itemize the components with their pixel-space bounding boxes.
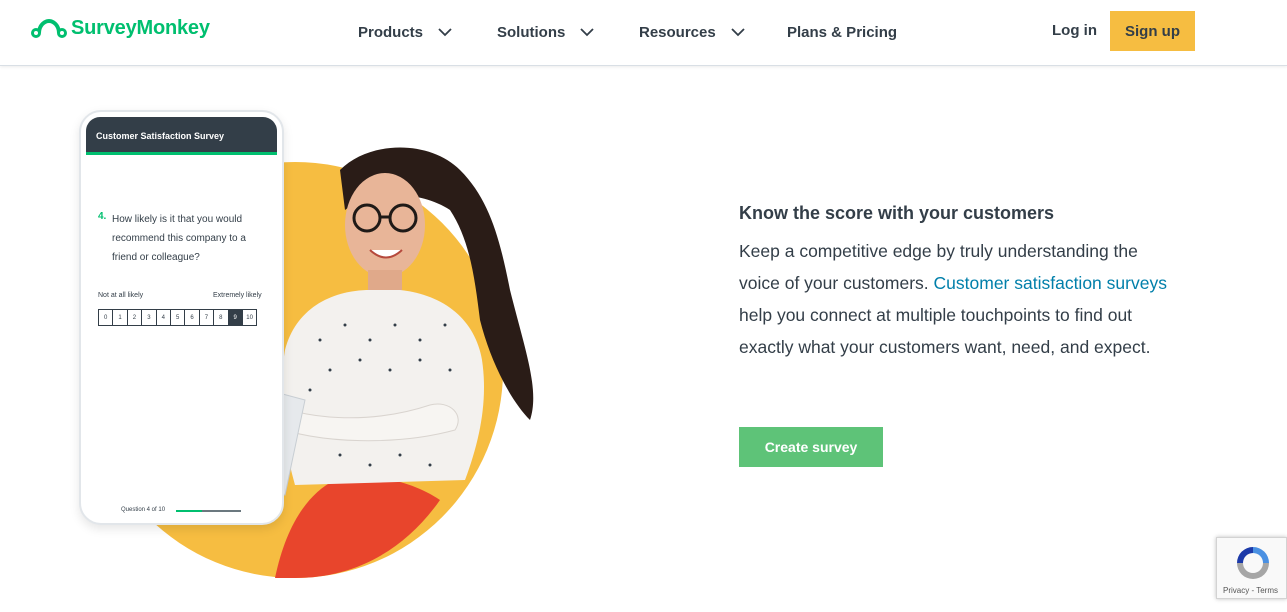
scale-option[interactable]: 7 (198, 309, 215, 326)
scale-option[interactable]: 10 (241, 309, 258, 326)
nav-resources[interactable]: Resources (639, 20, 746, 44)
question-text: How likely is it that you would recommen… (112, 214, 246, 263)
site-header: SurveyMonkey Products Solutions Resource… (0, 0, 1287, 66)
scale-option-selected[interactable]: 9 (227, 309, 243, 326)
scale-option[interactable]: 5 (169, 309, 186, 326)
monkey-logo-icon (31, 19, 67, 38)
blouse-shape (281, 290, 485, 485)
scale-option[interactable]: 1 (112, 309, 128, 326)
nav-solutions-label: Solutions (497, 23, 566, 41)
chevron-down-icon (438, 28, 452, 37)
scale-option[interactable]: 3 (141, 309, 157, 326)
nav-resources-label: Resources (639, 23, 716, 41)
recaptcha-links: Privacy - Terms (1223, 586, 1278, 595)
nav-plans-pricing[interactable]: Plans & Pricing (787, 20, 897, 44)
scale-high-label: Extremely likely (213, 292, 262, 299)
nav-products[interactable]: Products (358, 20, 453, 44)
hero-content: Know the score with your customers Keep … (739, 200, 1169, 363)
description-text-end: help you connect at multiple touchpoints… (739, 305, 1151, 357)
recaptcha-privacy-link[interactable]: Privacy (1223, 586, 1249, 595)
scale-option[interactable]: 8 (213, 309, 229, 326)
nav-plans-pricing-label: Plans & Pricing (787, 23, 898, 41)
nps-scale: 0 1 2 3 4 5 6 7 8 9 10 (98, 309, 258, 326)
customer-satisfaction-surveys-link[interactable]: Customer satisfaction surveys (934, 273, 1167, 293)
scale-low-label: Not at all likely (98, 292, 144, 299)
question-progress-bar (176, 510, 241, 512)
scale-option[interactable]: 0 (98, 309, 114, 326)
recaptcha-icon (1237, 547, 1269, 579)
logo-text: SurveyMonkey (71, 16, 210, 39)
question-progress-fill (176, 510, 202, 512)
section-heading: Know the score with your customers (739, 203, 1055, 223)
signup-button[interactable]: Sign up (1110, 11, 1195, 51)
question-number: 4. (98, 211, 107, 222)
surveymonkey-logo[interactable]: SurveyMonkey (31, 15, 210, 41)
section-description: Keep a competitive edge by truly underst… (739, 235, 1169, 363)
phone-mockup: Customer Satisfaction Survey 4. How like… (79, 110, 284, 525)
create-survey-button[interactable]: Create survey (739, 427, 883, 467)
nav-products-label: Products (358, 23, 424, 41)
login-link[interactable]: Log in (1052, 22, 1097, 39)
scale-option[interactable]: 2 (126, 309, 143, 326)
question-progress-text: Question 4 of 10 (121, 507, 166, 513)
chevron-down-icon (731, 28, 745, 37)
phone-survey-header: Customer Satisfaction Survey (86, 117, 277, 155)
nav-solutions[interactable]: Solutions (497, 20, 595, 44)
phone-survey-title: Customer Satisfaction Survey (96, 131, 225, 141)
recaptcha-badge[interactable]: Privacy - Terms (1216, 537, 1287, 599)
chevron-down-icon (580, 28, 594, 37)
scale-option[interactable]: 6 (184, 309, 200, 326)
recaptcha-terms-link[interactable]: Terms (1256, 586, 1278, 595)
scale-option[interactable]: 4 (155, 309, 171, 326)
